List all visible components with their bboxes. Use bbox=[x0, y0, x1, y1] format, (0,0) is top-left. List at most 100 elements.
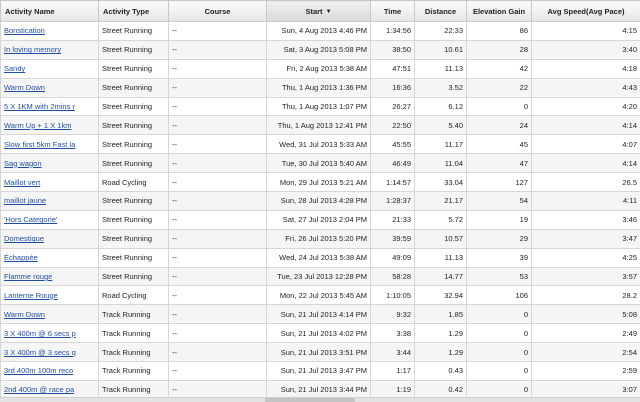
distance-cell: 11.04 bbox=[415, 154, 467, 173]
course-cell: -- bbox=[169, 192, 267, 211]
table-row[interactable]: maillot jauneStreet Running--Sun, 28 Jul… bbox=[1, 192, 640, 211]
table-row[interactable]: BonsticationStreet Running--Sun, 4 Aug 2… bbox=[1, 22, 640, 41]
activity-type-cell: Track Running bbox=[99, 362, 169, 381]
column-header-distance[interactable]: Distance bbox=[415, 1, 467, 22]
avg-speed-cell: 2:49 bbox=[532, 324, 640, 343]
table-row[interactable]: 3 X 400m @ 6 secs pTrack Running--Sun, 2… bbox=[1, 324, 640, 343]
table-row[interactable]: SandyStreet Running--Fri, 2 Aug 2013 5:3… bbox=[1, 59, 640, 78]
activity-link[interactable]: maillot jaune bbox=[4, 196, 46, 205]
activity-link[interactable]: 5 X 1KM with 2mins r bbox=[4, 102, 75, 111]
course-cell: -- bbox=[169, 305, 267, 324]
column-header-activity-name[interactable]: Activity Name bbox=[1, 1, 99, 22]
activity-name-cell: 3 X 400m @ 6 secs p bbox=[1, 324, 99, 343]
activity-type-cell: Street Running bbox=[99, 97, 169, 116]
table-row[interactable]: Lanterne RougeRoad Cycling--Mon, 22 Jul … bbox=[1, 286, 640, 305]
elevation-gain-cell: 106 bbox=[467, 286, 532, 305]
course-cell: -- bbox=[169, 248, 267, 267]
activity-link[interactable]: Lanterne Rouge bbox=[4, 291, 58, 300]
activity-type-cell: Street Running bbox=[99, 154, 169, 173]
table-row[interactable]: 3rd 400m 100m recoTrack Running--Sun, 21… bbox=[1, 362, 640, 381]
activity-link[interactable]: Sandy bbox=[4, 64, 25, 73]
elevation-gain-cell: 0 bbox=[467, 362, 532, 381]
table-row[interactable]: Warm Up + 1 X 1kmStreet Running--Thu, 1 … bbox=[1, 116, 640, 135]
activity-name-cell: Échappée bbox=[1, 248, 99, 267]
activity-type-cell: Street Running bbox=[99, 22, 169, 41]
distance-cell: 6.12 bbox=[415, 97, 467, 116]
course-cell: -- bbox=[169, 59, 267, 78]
start-cell: Mon, 22 Jul 2013 5:45 AM bbox=[267, 286, 371, 305]
course-cell: -- bbox=[169, 154, 267, 173]
distance-cell: 5.40 bbox=[415, 116, 467, 135]
elevation-gain-cell: 47 bbox=[467, 154, 532, 173]
time-cell: 16:36 bbox=[371, 78, 415, 97]
elevation-gain-cell: 0 bbox=[467, 97, 532, 116]
start-cell: Wed, 24 Jul 2013 5:38 AM bbox=[267, 248, 371, 267]
table-row[interactable]: Slow first 5km Fast laStreet Running--We… bbox=[1, 135, 640, 154]
distance-cell: 11.13 bbox=[415, 248, 467, 267]
activity-link[interactable]: Slow first 5km Fast la bbox=[4, 140, 75, 149]
table-row[interactable]: DomestiqueStreet Running--Fri, 26 Jul 20… bbox=[1, 229, 640, 248]
avg-speed-cell: 3:46 bbox=[532, 210, 640, 229]
avg-speed-cell: 4:18 bbox=[532, 59, 640, 78]
table-row[interactable]: Warm DownTrack Running--Sun, 21 Jul 2013… bbox=[1, 305, 640, 324]
distance-cell: 3.52 bbox=[415, 78, 467, 97]
activity-link[interactable]: 'Hors Categorie' bbox=[4, 215, 57, 224]
table-row[interactable]: Flamme rougeStreet Running--Tue, 23 Jul … bbox=[1, 267, 640, 286]
activity-link[interactable]: 3 X 400m @ 3 secs q bbox=[4, 348, 76, 357]
avg-speed-cell: 2:59 bbox=[532, 362, 640, 381]
start-cell: Sat, 27 Jul 2013 2:04 PM bbox=[267, 210, 371, 229]
distance-cell: 5.72 bbox=[415, 210, 467, 229]
activity-link[interactable]: Sag wagon bbox=[4, 159, 42, 168]
time-cell: 49:09 bbox=[371, 248, 415, 267]
activity-link[interactable]: 3rd 400m 100m reco bbox=[4, 366, 73, 375]
activity-type-cell: Street Running bbox=[99, 229, 169, 248]
activity-link[interactable]: 3 X 400m @ 6 secs p bbox=[4, 329, 76, 338]
activity-name-cell: 'Hors Categorie' bbox=[1, 210, 99, 229]
activity-type-cell: Street Running bbox=[99, 248, 169, 267]
start-cell: Thu, 1 Aug 2013 1:07 PM bbox=[267, 97, 371, 116]
table-row[interactable]: Sag wagon Street Running--Tue, 30 Jul 201… bbox=[1, 154, 640, 173]
activity-link[interactable]: In loving memory bbox=[4, 45, 61, 54]
column-header-start-label: Start bbox=[305, 7, 322, 16]
activity-link[interactable]: Warm Down bbox=[4, 310, 45, 319]
column-header-start[interactable]: Start▼ bbox=[267, 1, 371, 22]
column-header-avg-speed[interactable]: Avg Speed(Avg Pace) bbox=[532, 1, 640, 22]
activity-link[interactable]: Domestique bbox=[4, 234, 44, 243]
distance-cell: 10.61 bbox=[415, 40, 467, 59]
table-row[interactable]: 5 X 1KM with 2mins rStreet Running--Thu,… bbox=[1, 97, 640, 116]
activity-link[interactable]: Échappée bbox=[4, 253, 38, 262]
start-cell: Tue, 30 Jul 2013 5:40 AM bbox=[267, 154, 371, 173]
elevation-gain-cell: 0 bbox=[467, 324, 532, 343]
distance-cell: 1.29 bbox=[415, 324, 467, 343]
course-cell: -- bbox=[169, 78, 267, 97]
table-row[interactable]: 'Hors Categorie'Street Running--Sat, 27 … bbox=[1, 210, 640, 229]
course-cell: -- bbox=[169, 135, 267, 154]
activity-link[interactable]: Warm Up + 1 X 1km bbox=[4, 121, 71, 130]
horizontal-scrollbar[interactable] bbox=[0, 397, 640, 402]
avg-speed-cell: 4:14 bbox=[532, 154, 640, 173]
start-cell: Sun, 21 Jul 2013 3:51 PM bbox=[267, 343, 371, 362]
time-cell: 38:50 bbox=[371, 40, 415, 59]
table-row[interactable]: Warm DownStreet Running--Thu, 1 Aug 2013… bbox=[1, 78, 640, 97]
activity-link[interactable]: Flamme rouge bbox=[4, 272, 52, 281]
avg-speed-cell: 4:25 bbox=[532, 248, 640, 267]
activity-link[interactable]: Bonstication bbox=[4, 26, 45, 35]
course-cell: -- bbox=[169, 267, 267, 286]
table-row[interactable]: 3 X 400m @ 3 secs qTrack Running--Sun, 2… bbox=[1, 343, 640, 362]
activity-link[interactable]: Warm Down bbox=[4, 83, 45, 92]
column-header-activity-type[interactable]: Activity Type bbox=[99, 1, 169, 22]
distance-cell: 10.57 bbox=[415, 229, 467, 248]
scrollbar-thumb[interactable] bbox=[265, 398, 355, 402]
avg-speed-cell: 2:54 bbox=[532, 343, 640, 362]
table-row[interactable]: Échappée Street Running--Wed, 24 Jul 2013… bbox=[1, 248, 640, 267]
activity-type-cell: Road Cycling bbox=[99, 286, 169, 305]
column-header-time[interactable]: Time bbox=[371, 1, 415, 22]
avg-speed-cell: 3:47 bbox=[532, 229, 640, 248]
column-header-course[interactable]: Course bbox=[169, 1, 267, 22]
activity-link[interactable]: Maillot vert bbox=[4, 178, 40, 187]
elevation-gain-cell: 53 bbox=[467, 267, 532, 286]
table-row[interactable]: Maillot vertRoad Cycling--Mon, 29 Jul 20… bbox=[1, 173, 640, 192]
activity-link[interactable]: 2nd 400m @ race pa bbox=[4, 385, 74, 394]
column-header-elevation-gain[interactable]: Elevation Gain bbox=[467, 1, 532, 22]
table-row[interactable]: In loving memoryStreet Running--Sat, 3 A… bbox=[1, 40, 640, 59]
